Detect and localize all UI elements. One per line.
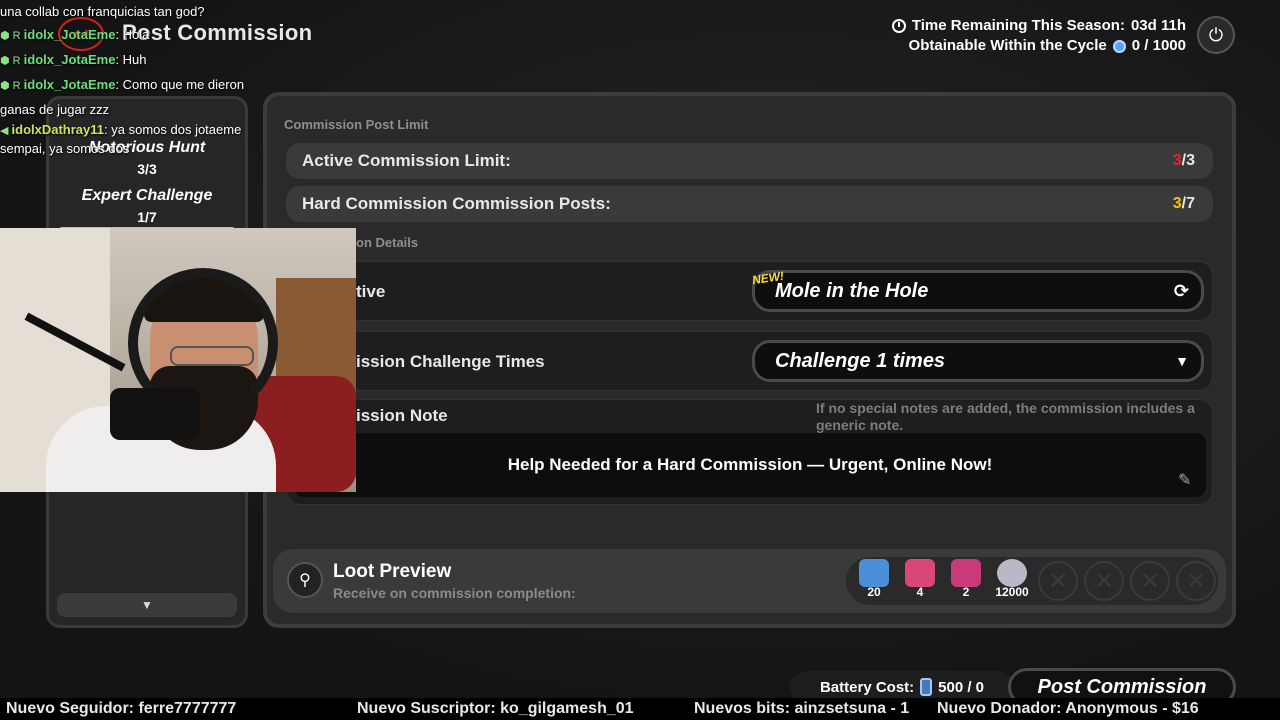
empty-slot-icon: ✕ [1038, 561, 1078, 601]
sidebar-item-expert-challenge[interactable]: Expert Challenge [49, 187, 245, 205]
chevron-down-icon: ▼ [141, 598, 153, 612]
chat-line: sempai, ya somos dos [0, 141, 130, 156]
loot-title: Loot Preview [333, 561, 452, 582]
ticker-donor: Nuevo Donador: Anonymous - $16 [937, 700, 1199, 717]
chat-user: idolx_JotaEme [23, 52, 116, 67]
objective-value: Mole in the Hole [775, 279, 929, 302]
note-text-field[interactable]: Help Needed for a Hard Commission — Urge… [294, 433, 1206, 497]
empty-slot-icon: ✕ [1130, 561, 1170, 601]
chat-line: una collab con franquicias tan god? [0, 4, 205, 19]
obtainable-label: Obtainable Within the Cycle [908, 37, 1107, 54]
loot-preview-button[interactable]: ⚲ [287, 562, 323, 598]
battery-value: 500 / 0 [938, 678, 985, 696]
objective-selector[interactable]: Mole in the Hole ⟳ [752, 270, 1204, 312]
loot-item-chip[interactable]: 2 [946, 559, 986, 603]
chat-line: ⬢ R idolx_JotaEme: Huh [0, 52, 147, 67]
search-icon: ⚲ [299, 572, 311, 589]
active-limit-row: Active Commission Limit: 3/3 [286, 143, 1213, 179]
microphone [110, 388, 200, 440]
obtainable-value: 0 / 1000 [1131, 37, 1186, 54]
loot-item-coin[interactable]: 12000 [992, 559, 1032, 603]
ticker-follower: Nuevo Seguidor: ferre7777777 [6, 700, 237, 717]
empty-slot-icon: ✕ [1084, 561, 1124, 601]
season-info: Time Remaining This Season: 03d 11h Obtai… [891, 16, 1186, 56]
hard-limit-row: Hard Commission Commission Posts: 3/7 [286, 186, 1213, 222]
note-label: ission Note [356, 406, 448, 425]
power-button[interactable]: ⏻ [1197, 16, 1235, 54]
sidebar-item-count: 1/7 [137, 209, 157, 225]
active-limit-label: Active Commission Limit: [302, 151, 511, 170]
active-limit-total: /3 [1181, 152, 1195, 169]
stream-chat: una collab con franquicias tan god? ⬢ R … [0, 0, 290, 158]
chat-msg: ya somos dos jotaeme [111, 122, 242, 137]
battery-label: Battery Cost: [819, 678, 915, 696]
hard-limit-label: Hard Commission Commission Posts: [302, 194, 611, 213]
clock-icon [891, 19, 906, 33]
sidebar-scroll-button[interactable]: ▼ [57, 593, 237, 617]
challenge-times-label: ission Challenge Times [356, 352, 545, 371]
chat-user: idolxDathray11 [11, 122, 105, 137]
chat-badge-icon: ⬢ R [0, 55, 24, 67]
note-text: Help Needed for a Hard Commission — Urge… [507, 455, 993, 474]
chat-line: ◀ idolxDathray11: ya somos dos jotaeme [0, 122, 242, 137]
chat-line: ganas de jugar zzz [0, 102, 110, 117]
film-icon [859, 559, 889, 587]
details-section-title: on Details [356, 235, 419, 250]
loot-items: 20 4 2 12000 ✕ ✕ ✕ ✕ [846, 557, 1218, 605]
chat-user: idolx_JotaEme [23, 77, 116, 92]
ticker-subscriber: Nuevo Suscriptor: ko_gilgamesh_01 [357, 700, 634, 717]
loot-item-car[interactable]: 4 [900, 559, 940, 603]
ticker-bits: Nuevos bits: ainzsetsuna - 1 [694, 700, 910, 717]
loot-qty: 2 [962, 585, 970, 599]
loot-qty: 4 [916, 585, 924, 599]
chat-msg: Huh [122, 52, 147, 67]
challenge-times-value: Challenge 1 times [775, 349, 946, 372]
chat-badge-icon: ◀ [0, 125, 12, 137]
chat-msg: Hola [122, 27, 150, 42]
time-remaining-value: 03d 11h [1130, 17, 1186, 34]
limit-section-title: Commission Post Limit [284, 117, 429, 132]
loot-item-film[interactable]: 20 [854, 559, 894, 603]
sidebar-item-count: 3/3 [137, 161, 157, 177]
car-icon [905, 559, 935, 587]
gem-icon [1112, 39, 1126, 53]
chat-badge-icon: ⬢ R [0, 30, 24, 42]
loot-subtitle: Receive on commission completion: [333, 585, 576, 601]
chat-user: idolx_JotaEme [23, 27, 116, 42]
coin-icon [997, 559, 1027, 587]
dropdown-arrow-icon: ▼ [1175, 353, 1189, 369]
hard-limit-total: /7 [1181, 195, 1195, 212]
refresh-icon[interactable]: ⟳ [1174, 281, 1189, 302]
power-icon: ⏻ [1208, 24, 1224, 45]
loot-qty: 12000 [995, 585, 1029, 599]
stream-ticker: Nuevo Seguidor: ferre7777777 Nuevo Suscr… [0, 698, 1280, 720]
challenge-times-dropdown[interactable]: Challenge 1 times ▼ [752, 340, 1204, 382]
chat-badge-icon: ⬢ R [0, 80, 24, 92]
chip-icon [951, 559, 981, 587]
active-limit-used: 3 [1172, 152, 1182, 169]
note-hint: If no special notes are added, the commi… [816, 400, 1195, 433]
chat-line: ⬢ R idolx_JotaEme: Hola [0, 27, 150, 42]
edit-icon[interactable]: ✎ [1178, 470, 1198, 490]
chat-msg: Como que me dieron [122, 77, 245, 92]
empty-slot-icon: ✕ [1176, 561, 1216, 601]
battery-icon [920, 678, 933, 696]
hard-limit-used: 3 [1172, 195, 1182, 212]
webcam-overlay [0, 228, 356, 492]
chat-line: ⬢ R idolx_JotaEme: Como que me dieron [0, 77, 245, 92]
objective-label: tive [356, 282, 386, 301]
time-remaining-label: Time Remaining This Season: [911, 17, 1125, 34]
loot-qty: 20 [867, 585, 881, 599]
